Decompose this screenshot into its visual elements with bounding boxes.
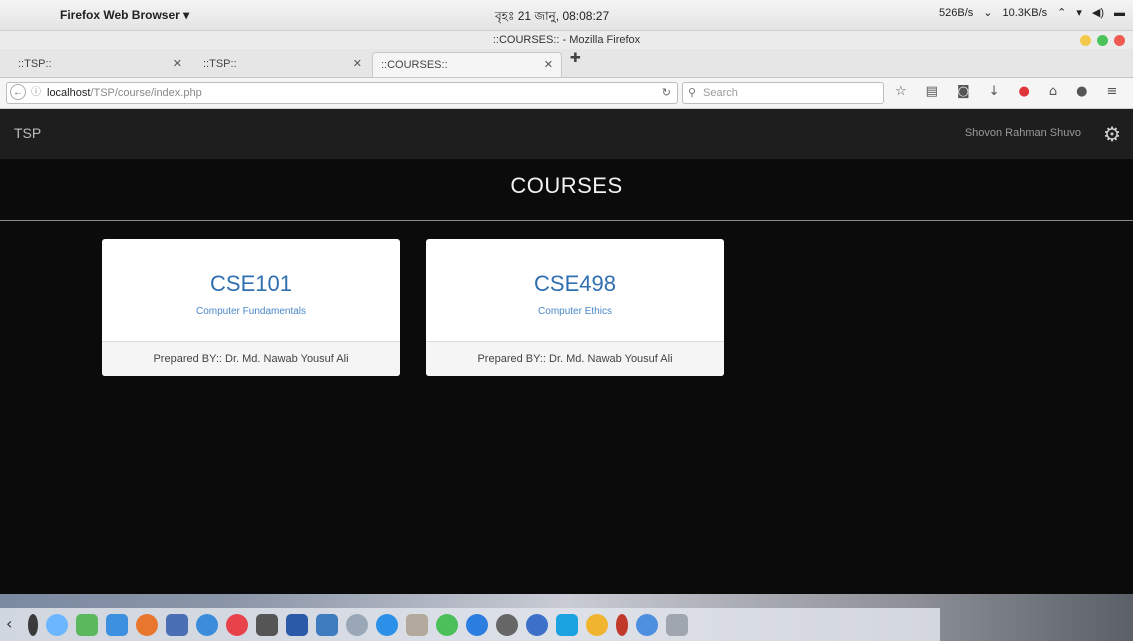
bluetooth-app-icon[interactable]: [526, 613, 548, 636]
tools-icon[interactable]: [406, 613, 428, 636]
net-down-speed: 526B/s: [939, 6, 974, 19]
download-icon[interactable]: ↓: [989, 84, 1000, 99]
browser-app-icon[interactable]: [636, 613, 658, 636]
chat-app-icon[interactable]: [466, 613, 488, 636]
course-card-cse498[interactable]: CSE498 Computer Ethics Prepared BY:: Dr.…: [426, 239, 724, 376]
battery-icon[interactable]: ▬: [1114, 7, 1125, 19]
chevron-left-icon[interactable]: ‹: [6, 614, 20, 636]
photo-app-icon[interactable]: [316, 613, 338, 636]
skype-icon[interactable]: [556, 613, 578, 636]
url-bar[interactable]: ← ⓘ localhost/TSP/course/index.php ↻: [6, 82, 678, 104]
app-store-icon[interactable]: [106, 613, 128, 636]
course-card-cse101[interactable]: CSE101 Computer Fundamentals Prepared BY…: [102, 239, 400, 376]
user-name[interactable]: Shovon Rahman Shuvo: [965, 127, 1081, 139]
tab-courses[interactable]: ::COURSES:: ✕: [372, 52, 562, 77]
home-icon[interactable]: ⌂: [1049, 84, 1057, 99]
tab-label: ::COURSES::: [381, 59, 448, 71]
site-brand[interactable]: TSP: [14, 125, 41, 141]
tab-label: ::TSP::: [18, 58, 52, 70]
minimize-button[interactable]: [1080, 35, 1091, 46]
checkbox-app-icon[interactable]: [76, 613, 98, 636]
close-tab-icon[interactable]: ✕: [353, 52, 362, 77]
close-button[interactable]: [1114, 35, 1125, 46]
tab-tsp-2[interactable]: ::TSP:: ✕: [195, 52, 370, 77]
reload-icon[interactable]: ↻: [662, 83, 671, 103]
os-clock[interactable]: বৃহঃ 21 জানু, 08:08:27: [495, 8, 609, 28]
pin-app-icon[interactable]: [616, 613, 628, 636]
net-up-speed: 10.3KB/s: [1002, 6, 1048, 19]
chrome-icon[interactable]: [586, 613, 608, 636]
wifi-icon[interactable]: ▾: [1076, 6, 1082, 19]
url-host: localhost: [47, 87, 91, 99]
camera-icon[interactable]: [256, 613, 278, 636]
title-divider: [0, 220, 1133, 221]
green-app-icon[interactable]: [436, 613, 458, 636]
search-icon: ⚲: [688, 87, 697, 99]
gear-icon[interactable]: ⚙: [1103, 122, 1121, 146]
chevron-up-icon: ⌃: [1057, 7, 1067, 19]
site-info-icon[interactable]: ⓘ: [31, 83, 41, 103]
window-controls: [1080, 35, 1125, 46]
tab-tsp-1[interactable]: ::TSP:: ✕: [10, 52, 190, 77]
search-placeholder: Search: [703, 87, 738, 99]
firefox-icon[interactable]: [136, 613, 158, 636]
settings-app-icon[interactable]: [496, 613, 518, 636]
launchpad-icon[interactable]: [666, 613, 688, 636]
window-title: ::COURSES:: - Mozilla Firefox: [0, 31, 1133, 49]
close-tab-icon[interactable]: ✕: [544, 53, 553, 78]
url-text[interactable]: localhost/TSP/course/index.php: [47, 83, 202, 103]
bluetooth-icon[interactable]: [28, 613, 38, 636]
preview-icon[interactable]: [166, 613, 188, 636]
page-title: COURSES: [510, 173, 623, 198]
new-tab-icon[interactable]: ✚: [570, 51, 581, 66]
tab-label: ::TSP::: [203, 58, 237, 70]
reading-list-icon[interactable]: ▤: [926, 84, 938, 99]
bookmark-star-icon[interactable]: ☆: [895, 84, 907, 99]
close-tab-icon[interactable]: ✕: [173, 52, 182, 77]
system-icon[interactable]: [346, 613, 368, 636]
course-code[interactable]: CSE101: [102, 271, 400, 297]
url-path: /TSP/course/index.php: [90, 87, 202, 99]
back-icon[interactable]: ←: [10, 84, 26, 100]
maximize-button[interactable]: [1097, 35, 1108, 46]
chevron-down-icon: ⌄: [983, 7, 993, 19]
word-icon[interactable]: [286, 613, 308, 636]
course-name[interactable]: Computer Ethics: [426, 306, 724, 317]
app-store-a-icon[interactable]: [376, 613, 398, 636]
itunes-icon[interactable]: [226, 613, 248, 636]
dock-icons: ‹: [6, 608, 688, 641]
course-instructor: Prepared BY:: Dr. Md. Nawab Yousuf Ali: [102, 341, 400, 376]
volume-icon[interactable]: ◀): [1092, 6, 1104, 19]
menu-icon[interactable]: ≡: [1106, 84, 1117, 99]
messages-icon[interactable]: [196, 613, 218, 636]
site-navbar: TSP Shovon Rahman Shuvo ⚙: [0, 109, 1133, 159]
course-code[interactable]: CSE498: [426, 271, 724, 297]
toolbar-icons: ☆ ▤ ◙ ↓ ● ⌂ ● ≡: [895, 84, 1117, 99]
search-input[interactable]: ⚲ Search: [682, 82, 884, 104]
navigation-toolbar: ← ⓘ localhost/TSP/course/index.php ↻ ⚲ S…: [0, 78, 1133, 109]
os-menu-bar: Firefox Web Browser ▾ বৃহঃ 21 জানু, 08:0…: [0, 0, 1133, 31]
app-menu[interactable]: Firefox Web Browser ▾: [60, 8, 189, 22]
tab-bar: ::TSP:: ✕ ::TSP:: ✕ ::COURSES:: ✕: [0, 49, 1133, 78]
addon-icon[interactable]: ●: [1018, 84, 1029, 99]
web-page: TSP Shovon Rahman Shuvo ⚙ COURSES CSE101…: [0, 109, 1133, 594]
course-name[interactable]: Computer Fundamentals: [102, 306, 400, 317]
launcher-icon[interactable]: [46, 613, 68, 636]
pocket-icon[interactable]: ◙: [957, 84, 970, 99]
course-instructor: Prepared BY:: Dr. Md. Nawab Yousuf Ali: [426, 341, 724, 376]
chat-icon[interactable]: ●: [1076, 84, 1087, 99]
status-area: 526B/s ⌄ 10.3KB/s ⌃ ▾ ◀) ▬: [939, 6, 1125, 20]
